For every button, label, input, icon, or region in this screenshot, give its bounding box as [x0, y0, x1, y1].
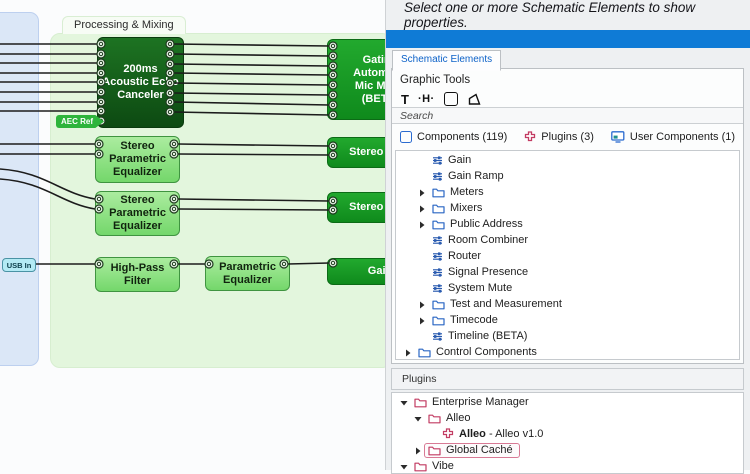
chevron-right-icon[interactable] — [418, 189, 426, 197]
tree-item[interactable]: Meters — [396, 185, 739, 201]
graphic-tools-label: Graphic Tools — [400, 74, 470, 86]
tree-item[interactable]: Mixers — [396, 201, 739, 217]
tab-plugins-label: Plugins (3) — [541, 131, 594, 143]
folder-icon — [418, 347, 431, 358]
tree-item-label: Gain Ramp — [448, 170, 504, 182]
tree-item-label: Meters — [450, 186, 484, 198]
chevron-down-icon[interactable] — [400, 399, 408, 407]
chevron-right-icon[interactable] — [414, 447, 422, 455]
tree-item-label: Public Address — [450, 218, 523, 230]
component-icon — [432, 283, 443, 294]
tree-item-label: Alleo - Alleo v1.0 — [459, 428, 543, 440]
tree-item[interactable]: Public Address — [396, 217, 739, 233]
tree-item-label: Global Caché — [446, 444, 513, 456]
folder-icon — [428, 445, 441, 456]
folder-icon — [432, 219, 445, 230]
tree-item-label: System Mute — [448, 282, 512, 294]
rectangle-tool-icon[interactable] — [444, 92, 458, 106]
text-tool-icon[interactable]: T — [401, 92, 409, 107]
tab-components-label: Components (119) — [417, 131, 507, 143]
plugins-icon — [524, 131, 536, 143]
selection-hint-text: Select one or more Schematic Elements to… — [386, 0, 750, 30]
tree-item[interactable]: Timecode — [396, 313, 739, 329]
tree-item-label: Alleo — [446, 412, 470, 424]
tree-item[interactable]: Vibe — [392, 459, 743, 474]
plugins-header-label: Plugins — [392, 373, 436, 385]
component-icon — [432, 155, 443, 166]
schematic-elements-section: Graphic Tools T ·H· Search Components (1… — [391, 68, 744, 364]
tree-item[interactable]: Control Components — [396, 345, 739, 360]
tree-item[interactable]: Gain — [396, 153, 739, 169]
tree-item-label: Room Combiner — [448, 234, 528, 246]
component-icon — [432, 267, 443, 278]
polygon-tool-icon[interactable] — [467, 92, 482, 106]
tree-item[interactable]: Enterprise Manager — [392, 395, 743, 411]
schematic-canvas[interactable]: Processing & Mixing 200ms Acoustic Echo … — [0, 0, 385, 470]
folder-icon — [428, 413, 441, 424]
folder-icon — [432, 203, 445, 214]
tree-item-label: Router — [448, 250, 481, 262]
components-tree: Gain Gain Ramp Meters Mixers Public Address R… — [395, 150, 740, 360]
properties-panel: Select one or more Schematic Elements to… — [385, 0, 750, 470]
tree-item-label: Test and Measurement — [450, 298, 562, 310]
tree-item-label: Timecode — [450, 314, 498, 326]
usb-in-tag[interactable]: USB In — [2, 258, 36, 272]
user-components-icon — [611, 131, 625, 143]
chevron-right-icon[interactable] — [418, 301, 426, 309]
tree-item[interactable]: Room Combiner — [396, 233, 739, 249]
tab-components[interactable]: Components (119) — [400, 131, 507, 143]
tree-item-label: Vibe — [432, 460, 454, 472]
search-input[interactable]: Search — [392, 107, 743, 124]
folder-icon — [432, 187, 445, 198]
tree-item[interactable]: Gain Ramp — [396, 169, 739, 185]
tree-item[interactable]: Test and Measurement — [396, 297, 739, 313]
tree-item[interactable]: Timeline (BETA) — [396, 329, 739, 345]
aec-ref-tag[interactable]: AEC Ref — [56, 115, 104, 128]
tree-item[interactable]: Alleo — [392, 411, 743, 427]
components-icon — [400, 131, 412, 143]
tab-user-components[interactable]: User Components (1) — [611, 131, 735, 143]
component-icon — [432, 171, 443, 182]
tree-item-label: Enterprise Manager — [432, 396, 529, 408]
chevron-right-icon[interactable] — [418, 317, 426, 325]
tree-item-label: Control Components — [436, 346, 537, 358]
component-icon — [432, 331, 443, 342]
tree-item-label: Timeline (BETA) — [448, 330, 527, 342]
component-icon — [432, 235, 443, 246]
chevron-right-icon[interactable] — [418, 205, 426, 213]
tree-item[interactable]: Router — [396, 249, 739, 265]
panel-title-bar — [386, 30, 750, 48]
folder-icon — [414, 397, 427, 408]
tree-item-label: Gain — [448, 154, 471, 166]
chevron-right-icon[interactable] — [404, 349, 412, 357]
plugins-section-header[interactable]: Plugins — [391, 368, 744, 390]
wires-layer — [0, 0, 385, 470]
tab-user-components-label: User Components (1) — [630, 131, 735, 143]
tree-item-label: Mixers — [450, 202, 482, 214]
folder-icon — [432, 315, 445, 326]
folder-icon — [432, 299, 445, 310]
tree-item[interactable]: System Mute — [396, 281, 739, 297]
tree-item-label: Signal Presence — [448, 266, 528, 278]
selection-hint-bar: Select one or more Schematic Elements to… — [386, 0, 750, 30]
tree-item[interactable]: Signal Presence — [396, 265, 739, 281]
search-placeholder: Search — [392, 110, 433, 122]
tab-schematic-elements[interactable]: Schematic Elements — [392, 50, 501, 71]
chevron-right-icon[interactable] — [418, 221, 426, 229]
plugins-tree: Enterprise Manager Alleo Alleo - Alleo v1.… — [391, 392, 744, 474]
library-tabs: Components (119) Plugins (3) User Compon… — [392, 124, 743, 150]
tree-item[interactable]: Global Caché — [392, 443, 743, 459]
wire-node-tool-icon[interactable]: ·H· — [418, 93, 435, 105]
tree-item[interactable]: Alleo - Alleo v1.0 — [392, 427, 743, 443]
tab-plugins[interactable]: Plugins (3) — [524, 131, 594, 143]
graphic-tools-row: T ·H· — [401, 91, 482, 107]
chevron-down-icon[interactable] — [414, 415, 422, 423]
plugin-icon — [442, 428, 454, 440]
component-icon — [432, 251, 443, 262]
